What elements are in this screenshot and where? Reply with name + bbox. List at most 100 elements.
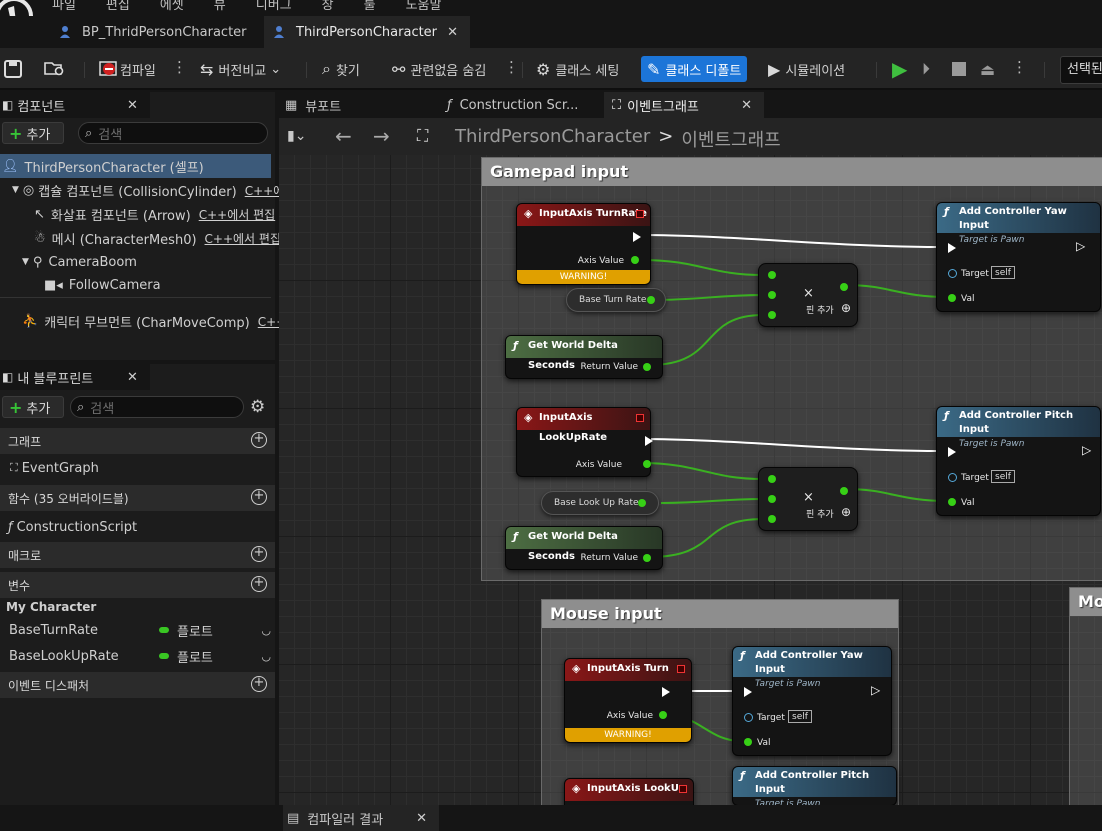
exec-out-pin[interactable]: ▷	[871, 683, 880, 697]
node-add-yaw-input[interactable]: ƒ Add Controller Yaw Input Target is Pawn …	[936, 202, 1101, 312]
target-pin[interactable]	[948, 269, 957, 278]
save-button[interactable]	[4, 56, 22, 82]
node-multiply-2[interactable]: × 핀 추가 ⊕	[758, 467, 858, 531]
edit-in-cpp-link[interactable]: C++에서 편집	[205, 230, 281, 247]
exec-out-pin[interactable]: ▷	[1082, 443, 1091, 457]
add-circle-icon[interactable]: +	[251, 432, 267, 448]
add-circle-icon[interactable]: +	[251, 546, 267, 562]
settings-gear-icon[interactable]: ⚙	[250, 397, 265, 417]
delegate-pin[interactable]	[636, 210, 644, 218]
val-pin[interactable]	[948, 498, 956, 506]
self-field[interactable]: self	[991, 266, 1015, 279]
add-pin-label[interactable]: 핀 추가	[806, 303, 834, 316]
input-pin-b[interactable]	[768, 495, 776, 503]
stop-icon[interactable]	[952, 56, 966, 82]
eject-icon[interactable]: ⏏	[980, 56, 995, 82]
value-pin[interactable]	[638, 499, 646, 507]
menu-asset[interactable]: 에셋	[160, 0, 184, 13]
input-pin-a[interactable]	[768, 475, 776, 483]
section-macros[interactable]: 매크로 +	[0, 542, 275, 568]
function-constructionscript[interactable]: ƒ ConstructionScript	[0, 515, 137, 539]
menu-tools[interactable]: 툴	[364, 0, 376, 13]
node-multiply[interactable]: × 핀 추가 ⊕	[758, 263, 858, 327]
add-member-button[interactable]: + 추가	[2, 396, 64, 418]
add-circle-icon[interactable]: +	[251, 489, 267, 505]
delegate-pin[interactable]	[679, 785, 687, 793]
component-movement[interactable]: ⛹ 캐릭터 무브먼트 (CharMoveComp) C++에	[0, 309, 297, 333]
val-pin[interactable]	[744, 738, 752, 746]
node-add-pitch-input-mouse[interactable]: ƒ Add Controller Pitch Input Target is Paw…	[732, 766, 897, 805]
forward-arrow-icon[interactable]: →	[373, 124, 390, 148]
node-inputaxis-lookuprate[interactable]: ◈ InputAxis LookUpRate Axis Value	[516, 407, 653, 477]
exec-in-pin[interactable]	[948, 243, 956, 253]
menu-view[interactable]: 뷰	[214, 0, 226, 13]
diff-button[interactable]: ⇆ 버전비교 ⌄	[200, 56, 281, 82]
output-pin[interactable]	[840, 487, 848, 495]
find-button[interactable]: ⌕ 찾기	[322, 56, 360, 82]
variable-baselookuprate[interactable]: BaseLookUpRate 플로트 ◡	[0, 644, 275, 668]
add-circle-icon[interactable]: ⊕	[841, 505, 851, 519]
tab-viewport[interactable]: ▦ 뷰포트	[279, 92, 439, 118]
class-settings-button[interactable]: ⚙ 클래스 세팅	[536, 56, 619, 82]
node-get-world-delta-seconds[interactable]: ƒ Get World Delta Seconds Return Value	[505, 335, 663, 379]
target-pin[interactable]	[744, 713, 753, 722]
section-variables[interactable]: 변수 +	[0, 572, 275, 598]
variable-category[interactable]: My Character	[0, 597, 96, 617]
tab-bp-thirdperson[interactable]: BP_ThridPersonCharacter	[50, 16, 260, 48]
return-value-pin[interactable]	[643, 363, 651, 371]
component-search-input[interactable]: ⌕ 검색	[78, 122, 268, 144]
exec-out-pin[interactable]	[662, 687, 670, 697]
components-tab[interactable]: ◧ 컴포넌트 ✕	[0, 92, 150, 118]
node-inputaxis-lookup[interactable]: ◈ InputAxis LookUp	[564, 778, 694, 805]
target-pin[interactable]	[948, 473, 957, 482]
exec-in-pin[interactable]	[744, 687, 752, 697]
step-icon[interactable]: ⏵	[922, 56, 930, 82]
exec-out-pin[interactable]	[645, 436, 653, 446]
component-followcamera[interactable]: ■◂ FollowCamera	[0, 274, 271, 298]
input-pin-c[interactable]	[768, 311, 776, 319]
event-graph-canvas[interactable]: Gamepad input Mouse input Mo ◈ InputAxis …	[279, 155, 1102, 805]
class-defaults-button[interactable]: ✎ 클래스 디폴트	[641, 56, 748, 82]
menu-file[interactable]: 파일	[52, 0, 76, 13]
variable-baseturnrate[interactable]: BaseTurnRate 플로트 ◡	[0, 618, 275, 642]
input-pin-a[interactable]	[768, 271, 776, 279]
input-pin-c[interactable]	[768, 515, 776, 523]
my-blueprint-tab[interactable]: ◧ 내 블루프린트 ✕	[0, 364, 150, 390]
self-field[interactable]: self	[788, 710, 812, 723]
exec-out-pin[interactable]: ▷	[1076, 239, 1085, 253]
component-root[interactable]: 👤︎ ThirdPersonCharacter (셀프)	[0, 154, 271, 178]
component-cameraboom[interactable]: ▼ ⚲ CameraBoom	[0, 250, 271, 274]
section-graphs[interactable]: 그래프 +	[0, 428, 275, 454]
graph-eventgraph[interactable]: ⛶ EventGraph	[0, 456, 99, 480]
options-icon[interactable]: ⋮	[504, 58, 519, 76]
breadcrumb-root[interactable]: ThirdPersonCharacter	[455, 126, 650, 152]
compile-options-icon[interactable]: ⋮	[172, 58, 187, 76]
add-component-button[interactable]: + 추가	[2, 122, 64, 144]
menu-edit[interactable]: 편집	[106, 0, 130, 13]
debug-select-dropdown[interactable]: 선택된	[1060, 56, 1102, 84]
add-pin-label[interactable]: 핀 추가	[806, 507, 834, 520]
browse-button[interactable]	[44, 56, 66, 82]
tab-compiler-results[interactable]: ▤ 컴파일러 결과 ✕	[283, 805, 439, 831]
node-inputaxis-turn[interactable]: ◈ InputAxis Turn Axis Value WARNING!	[564, 658, 692, 743]
menu-help[interactable]: 도움말	[406, 0, 442, 13]
add-circle-icon[interactable]: +	[251, 576, 267, 592]
return-value-pin[interactable]	[643, 554, 651, 562]
play-options-icon[interactable]: ⋮	[1012, 58, 1027, 76]
eye-closed-icon[interactable]: ◡	[261, 624, 271, 637]
tab-eventgraph[interactable]: ⛶ 이벤트그래프 ✕	[604, 92, 764, 118]
eye-closed-icon[interactable]: ◡	[261, 650, 271, 663]
delegate-pin[interactable]	[677, 665, 685, 673]
delegate-pin[interactable]	[636, 414, 644, 422]
section-dispatchers[interactable]: 이벤트 디스패처 +	[0, 672, 275, 698]
node-add-pitch-input[interactable]: ƒ Add Controller Pitch Input Target is Paw…	[936, 406, 1101, 516]
exec-out-pin[interactable]	[633, 232, 641, 242]
axis-value-pin[interactable]	[643, 460, 651, 468]
component-capsule[interactable]: ▼ ◎ 캡슐 컴포넌트 (CollisionCylinder) C++에	[0, 178, 284, 202]
add-circle-icon[interactable]: ⊕	[841, 301, 851, 315]
close-icon[interactable]: ✕	[447, 25, 458, 40]
component-arrow[interactable]: ↖ 화살표 컴포넌트 (Arrow) C++에서 편집	[0, 202, 275, 226]
val-pin[interactable]	[948, 294, 956, 302]
close-icon[interactable]: ✕	[127, 370, 138, 385]
add-circle-icon[interactable]: +	[251, 676, 267, 692]
